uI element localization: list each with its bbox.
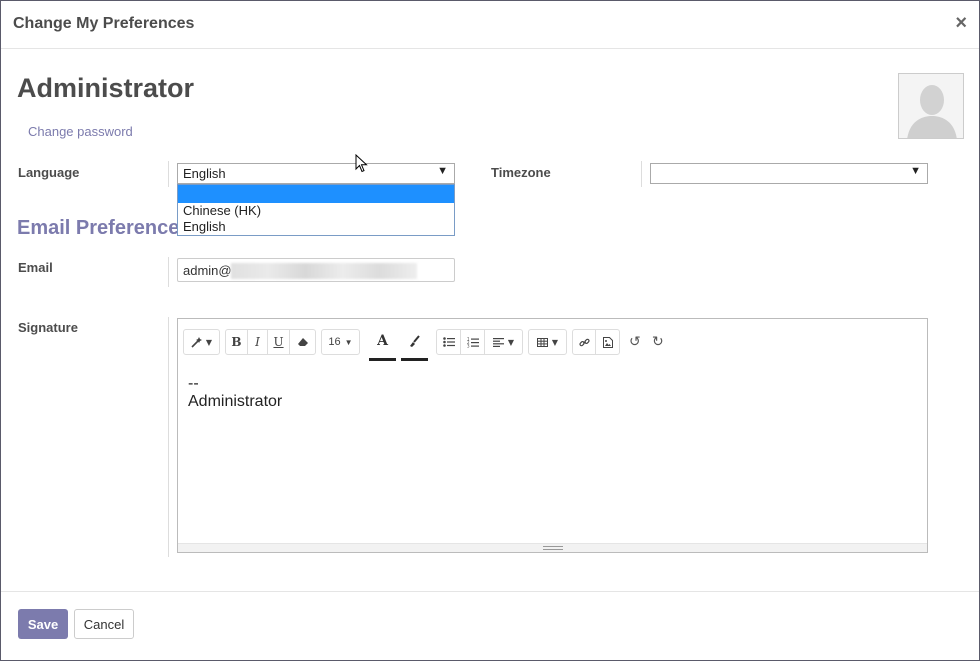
divider — [168, 161, 169, 187]
style-group: ▼ — [183, 329, 220, 355]
magic-wand-icon[interactable]: ▼ — [184, 330, 219, 354]
language-option[interactable]: Chinese (HK) — [178, 203, 454, 219]
language-option[interactable]: English — [178, 219, 454, 235]
undo-icon[interactable]: ↺ — [629, 333, 641, 350]
bold-icon[interactable]: B — [226, 330, 248, 354]
font-size-group: 16 ▼ — [321, 329, 360, 355]
divider — [168, 317, 169, 557]
background-color-icon[interactable] — [401, 323, 428, 361]
divider — [168, 257, 169, 287]
dropdown-arrow-icon: ▼ — [437, 165, 448, 177]
numbered-list-icon[interactable]: 123 — [461, 330, 485, 354]
language-label: Language — [18, 165, 80, 180]
signature-label: Signature — [18, 320, 78, 335]
editor-resize-handle[interactable] — [178, 543, 927, 552]
user-name: Administrator — [17, 73, 195, 103]
dialog-header: Change My Preferences × — [1, 1, 979, 49]
eraser-icon[interactable] — [290, 330, 315, 354]
preferences-dialog: Change My Preferences × Administrator Ch… — [0, 0, 980, 661]
text-color-icon[interactable]: A — [369, 323, 396, 361]
font-size-value: 16 — [328, 336, 341, 348]
paragraph-group: 123 ▼ — [436, 329, 523, 355]
signature-line: -- — [188, 375, 199, 392]
editor-toolbar: ▼ B I U 16 ▼ A 1 2 3 ▼ ▼ ↺ ↻ — [183, 329, 923, 361]
table-group: ▼ — [528, 329, 567, 355]
dropdown-arrow-icon: ▼ — [910, 165, 921, 177]
dialog-footer-divider — [1, 591, 979, 592]
divider — [641, 161, 642, 187]
change-password-link[interactable]: Change password — [28, 124, 133, 139]
signature-editor: ▼ B I U 16 ▼ A 1 2 3 ▼ ▼ ↺ ↻ -- Administ… — [177, 318, 928, 553]
timezone-label: Timezone — [491, 165, 551, 180]
image-icon[interactable] — [596, 330, 619, 354]
align-dropdown[interactable]: ▼ — [485, 330, 522, 354]
language-select[interactable]: English ▼ — [177, 163, 455, 184]
text-color-glyph: A — [377, 332, 388, 349]
language-dropdown-list: Chinese (HK) English — [177, 184, 455, 236]
font-style-group: B I U — [225, 329, 316, 355]
underline-icon[interactable]: U — [268, 330, 290, 354]
redacted-email — [231, 263, 417, 279]
italic-icon[interactable]: I — [248, 330, 268, 354]
language-select-value: English — [183, 166, 226, 181]
grip-icon — [542, 546, 563, 550]
signature-line: Administrator — [188, 393, 283, 410]
avatar[interactable] — [898, 73, 964, 139]
insert-group — [572, 329, 620, 355]
signature-content[interactable]: -- Administrator — [188, 375, 282, 411]
cancel-button[interactable]: Cancel — [74, 609, 134, 639]
user-silhouette-icon — [899, 74, 963, 138]
email-field-value: admin@ — [183, 263, 232, 278]
language-option[interactable] — [178, 185, 454, 203]
timezone-select[interactable]: ▼ — [650, 163, 928, 184]
email-field[interactable]: admin@ — [177, 258, 455, 282]
email-label: Email — [18, 260, 53, 275]
close-icon[interactable]: × — [955, 12, 967, 35]
save-button[interactable]: Save — [18, 609, 68, 639]
svg-text:3: 3 — [467, 343, 470, 348]
mouse-cursor-icon — [355, 154, 368, 173]
link-icon[interactable] — [573, 330, 596, 354]
bullet-list-icon[interactable] — [437, 330, 461, 354]
dialog-title: Change My Preferences — [13, 15, 195, 32]
email-preferences-heading: Email Preferences — [17, 217, 191, 239]
font-size-dropdown[interactable]: 16 ▼ — [322, 330, 359, 354]
redo-icon[interactable]: ↻ — [652, 333, 664, 350]
table-icon[interactable]: ▼ — [529, 330, 566, 354]
